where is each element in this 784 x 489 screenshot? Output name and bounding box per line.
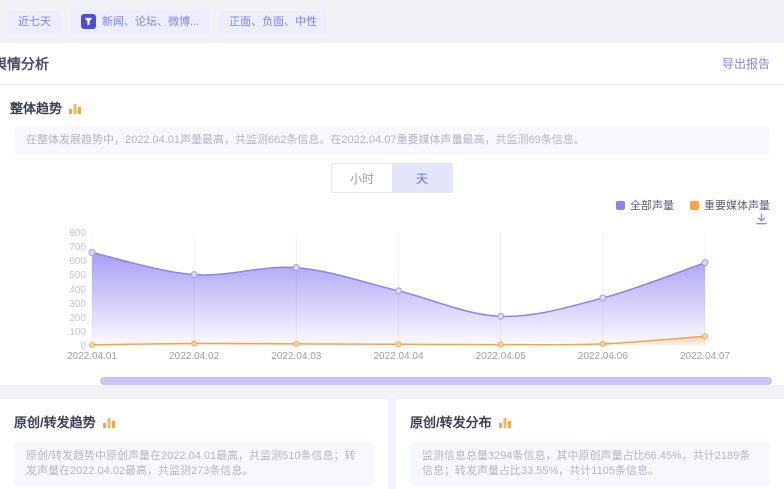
analysis-card: 舆情分析 导出报告 整体趋势 在整体发展趋势中，2022.04.01声量最高，共… (0, 43, 784, 385)
original-forward-distribution-title: 原创/转发分布 (410, 412, 492, 431)
y-axis-tick: 200 (48, 314, 86, 324)
original-forward-trend-card: 原创/转发趋势 原创/转发趋势中原创声量在2022.04.01最高，共监测510… (0, 399, 388, 489)
legend-item-total-volume[interactable]: 全部声量 (616, 197, 674, 213)
source-filter-icon (81, 14, 96, 29)
legend-swatch-purple (616, 201, 625, 210)
granularity-toggle: 小时 天 (331, 163, 453, 193)
y-axis-tick: 800 (48, 229, 86, 239)
trend-chart-canvas[interactable] (92, 233, 705, 346)
bar-chart-icon (68, 101, 82, 115)
trend-chart: 80070060050040030020010002022.04.012022.… (0, 227, 784, 369)
y-axis-tick: 600 (48, 257, 86, 267)
original-forward-distribution-card: 原创/转发分布 监测信息总量3294条信息，其中原创声量占比66.45%，共计2… (396, 399, 784, 489)
x-axis-tick: 2022.04.05 (476, 351, 526, 362)
granularity-toggle-row: 小时 天 (0, 163, 784, 193)
x-axis-tick: 2022.04.06 (578, 351, 628, 362)
x-axis-tick: 2022.04.07 (680, 351, 730, 362)
overall-trend-summary: 在整体发展趋势中，2022.04.01声量最高，共监测662条信息。在2022.… (14, 126, 770, 155)
filter-bar: 近七天 新闻、论坛、微博... 正面、负面、中性 (0, 0, 784, 43)
original-forward-trend-header: 原创/转发趋势 (14, 412, 374, 442)
legend-item-media-volume[interactable]: 重要媒体声量 (690, 197, 770, 213)
sentiment-tag-label: 正面、负面、中性 (229, 15, 317, 29)
legend-label-media-volume: 重要媒体声量 (704, 197, 770, 213)
chart-legend: 全部声量 重要媒体声量 (0, 197, 784, 213)
x-axis-tick: 2022.04.01 (67, 351, 117, 362)
original-forward-trend-title: 原创/转发趋势 (14, 412, 96, 431)
x-axis-tick: 2022.04.03 (271, 351, 321, 362)
bottom-section: 原创/转发趋势 原创/转发趋势中原创声量在2022.04.01最高，共监测510… (0, 399, 784, 489)
page-title: 舆情分析 (0, 54, 49, 74)
source-tag[interactable]: 新闻、论坛、微博... (71, 10, 209, 33)
original-forward-distribution-summary: 监测信息总量3294条信息，其中原创声量占比66.45%，共计2189条信息；转… (410, 442, 770, 486)
sentiment-tag[interactable]: 正面、负面、中性 (219, 11, 327, 33)
overall-trend-header: 整体趋势 (0, 85, 784, 126)
source-tag-label: 新闻、论坛、微博... (102, 15, 199, 29)
toggle-hour-button[interactable]: 小时 (332, 164, 392, 192)
date-range-tag[interactable]: 近七天 (8, 11, 61, 33)
legend-swatch-orange (690, 201, 699, 210)
legend-label-total-volume: 全部声量 (630, 197, 674, 213)
y-axis-tick: 500 (48, 271, 86, 281)
original-forward-trend-summary: 原创/转发趋势中原创声量在2022.04.01最高，共监测510条信息；转发声量… (14, 442, 374, 486)
export-report-link[interactable]: 导出报告 (722, 55, 770, 72)
download-chart-icon[interactable] (755, 213, 768, 231)
date-range-tag-label: 近七天 (18, 15, 51, 29)
y-axis-tick: 100 (48, 328, 86, 338)
x-axis-tick: 2022.04.02 (169, 351, 219, 362)
x-axis-tick: 2022.04.04 (373, 351, 423, 362)
card-header: 舆情分析 导出报告 (0, 43, 784, 85)
data-zoom-slider[interactable] (100, 377, 772, 385)
y-axis-tick: 700 (48, 243, 86, 253)
y-axis-tick: 400 (48, 286, 86, 296)
toggle-day-button[interactable]: 天 (392, 164, 452, 192)
overall-trend-title: 整体趋势 (10, 98, 62, 117)
bar-chart-icon (102, 415, 116, 429)
y-axis-tick: 300 (48, 300, 86, 310)
bar-chart-icon (498, 415, 512, 429)
original-forward-distribution-header: 原创/转发分布 (410, 412, 770, 442)
